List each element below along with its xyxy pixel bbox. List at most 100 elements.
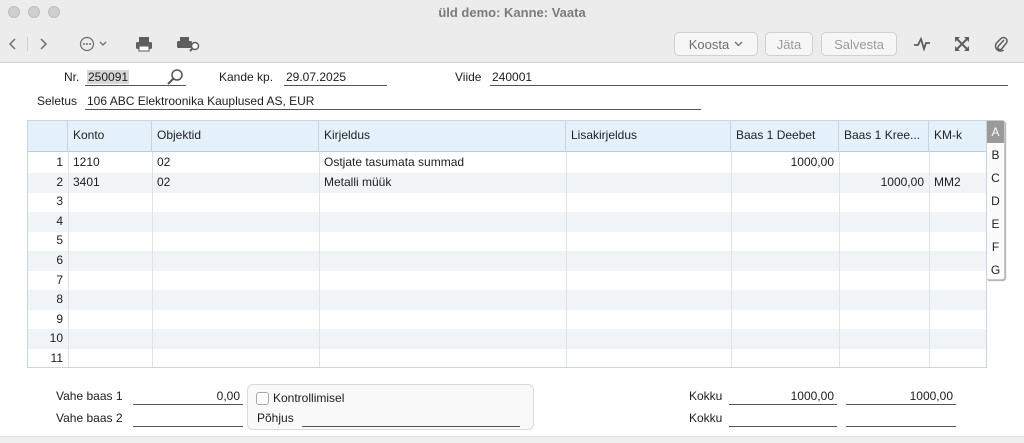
cell-kreedit[interactable] <box>839 153 929 173</box>
cell-kirjeldus[interactable] <box>319 349 566 367</box>
cell-deebet[interactable] <box>731 310 839 330</box>
cell-konto[interactable] <box>68 329 152 349</box>
cell-kreedit[interactable] <box>839 251 929 271</box>
col-km-k[interactable]: KM-k <box>929 121 986 152</box>
cell-kirjeldus[interactable] <box>319 212 566 232</box>
cell-deebet[interactable] <box>731 329 839 349</box>
table-row[interactable]: 10 <box>28 329 986 350</box>
side-tab-f[interactable]: F <box>987 236 1004 258</box>
table-row[interactable]: 7 <box>28 271 986 291</box>
cell-konto[interactable] <box>68 290 152 310</box>
cell-km-k[interactable] <box>929 231 986 251</box>
side-tab-g[interactable]: G <box>987 259 1004 281</box>
cell-kreedit[interactable] <box>839 271 929 291</box>
forward-icon[interactable] <box>36 33 50 55</box>
cell-konto[interactable] <box>68 231 152 251</box>
cell-km-k[interactable] <box>929 349 986 367</box>
cell-kreedit[interactable] <box>839 212 929 232</box>
cell-objektid[interactable] <box>152 310 319 330</box>
cell-lisakirjeldus[interactable] <box>566 251 731 271</box>
cell-km-k[interactable] <box>929 251 986 271</box>
cell-kirjeldus[interactable] <box>319 251 566 271</box>
cell-kirjeldus[interactable] <box>319 310 566 330</box>
cell-objektid[interactable] <box>152 349 319 367</box>
table-row[interactable]: 5 <box>28 231 986 251</box>
cell-objektid[interactable] <box>152 192 319 212</box>
cell-objektid[interactable] <box>152 212 319 232</box>
more-icon[interactable] <box>78 33 112 55</box>
cell-deebet[interactable]: 1000,00 <box>731 153 839 173</box>
cell-lisakirjeldus[interactable] <box>566 329 731 349</box>
col-konto[interactable]: Konto <box>68 121 152 152</box>
back-icon[interactable] <box>6 33 20 55</box>
table-row[interactable]: 8 <box>28 290 986 311</box>
expand-icon[interactable] <box>950 33 974 55</box>
cell-konto[interactable] <box>68 251 152 271</box>
side-tab-d[interactable]: D <box>987 190 1004 212</box>
print-icon[interactable] <box>133 33 155 55</box>
col-baas1-kreedit[interactable]: Baas 1 Kree... <box>839 121 929 152</box>
table-row[interactable]: 6 <box>28 251 986 271</box>
cell-lisakirjeldus[interactable] <box>566 192 731 212</box>
cell-kreedit[interactable]: 1000,00 <box>839 173 929 193</box>
cell-kreedit[interactable] <box>839 310 929 330</box>
cell-kirjeldus[interactable]: Ostjate tasumata summad <box>319 153 566 173</box>
cell-km-k[interactable] <box>929 192 986 212</box>
cell-km-k[interactable] <box>929 329 986 349</box>
cell-km-k[interactable] <box>929 212 986 232</box>
cell-kirjeldus[interactable] <box>319 290 566 310</box>
cell-lisakirjeldus[interactable] <box>566 212 731 232</box>
cell-km-k[interactable]: MM2 <box>929 173 986 193</box>
cell-km-k[interactable] <box>929 310 986 330</box>
cell-konto[interactable] <box>68 310 152 330</box>
col-objektid[interactable]: Objektid <box>152 121 319 152</box>
cell-lisakirjeldus[interactable] <box>566 349 731 367</box>
cell-kirjeldus[interactable] <box>319 271 566 291</box>
cell-objektid[interactable] <box>152 329 319 349</box>
table-row[interactable]: 4 <box>28 211 986 232</box>
cell-objektid[interactable] <box>152 251 319 271</box>
cell-kreedit[interactable] <box>839 290 929 310</box>
side-tab-b[interactable]: B <box>987 144 1004 166</box>
cell-deebet[interactable] <box>731 290 839 310</box>
cell-lisakirjeldus[interactable] <box>566 271 731 291</box>
table-row[interactable]: 9 <box>28 310 986 330</box>
cell-objektid[interactable] <box>152 271 319 291</box>
table-row[interactable]: 2 3401 02 Metalli müük 1000,00 MM2 <box>28 172 986 193</box>
cell-lisakirjeldus[interactable] <box>566 310 731 330</box>
table-row[interactable]: 1 1210 02 Ostjate tasumata summad 1000,00 <box>28 153 986 173</box>
salvesta-button[interactable]: Salvesta <box>821 32 897 56</box>
jata-button[interactable]: Jäta <box>765 32 813 56</box>
side-tab-a[interactable]: A <box>987 121 1004 143</box>
search-icon[interactable] <box>166 68 186 89</box>
cell-konto[interactable]: 3401 <box>68 173 152 193</box>
cell-lisakirjeldus[interactable] <box>566 173 731 193</box>
col-kirjeldus[interactable]: Kirjeldus <box>319 121 566 152</box>
kande-kp-field[interactable]: 29.07.2025 <box>284 70 387 86</box>
cell-deebet[interactable] <box>731 251 839 271</box>
cell-kreedit[interactable] <box>839 231 929 251</box>
side-tab-e[interactable]: E <box>987 213 1004 235</box>
cell-deebet[interactable] <box>731 231 839 251</box>
cell-kirjeldus[interactable] <box>319 192 566 212</box>
cell-kirjeldus[interactable] <box>319 329 566 349</box>
cell-lisakirjeldus[interactable] <box>566 231 731 251</box>
cell-objektid[interactable] <box>152 231 319 251</box>
side-tab-c[interactable]: C <box>987 167 1004 189</box>
cell-lisakirjeldus[interactable] <box>566 153 731 173</box>
cell-deebet[interactable] <box>731 173 839 193</box>
cell-deebet[interactable] <box>731 349 839 367</box>
cell-objektid[interactable] <box>152 290 319 310</box>
col-lisakirjeldus[interactable]: Lisakirjeldus <box>566 121 731 152</box>
cell-deebet[interactable] <box>731 271 839 291</box>
cell-km-k[interactable] <box>929 271 986 291</box>
cell-km-k[interactable] <box>929 153 986 173</box>
cell-konto[interactable] <box>68 349 152 367</box>
cell-konto[interactable] <box>68 212 152 232</box>
kontrollimisel-checkbox[interactable] <box>256 392 269 405</box>
col-baas1-deebet[interactable]: Baas 1 Deebet <box>731 121 839 152</box>
cell-deebet[interactable] <box>731 212 839 232</box>
seletus-field[interactable]: 106 ABC Elektroonika Kauplused AS, EUR <box>85 94 701 110</box>
cell-konto[interactable] <box>68 192 152 212</box>
cell-objektid[interactable]: 02 <box>152 153 319 173</box>
